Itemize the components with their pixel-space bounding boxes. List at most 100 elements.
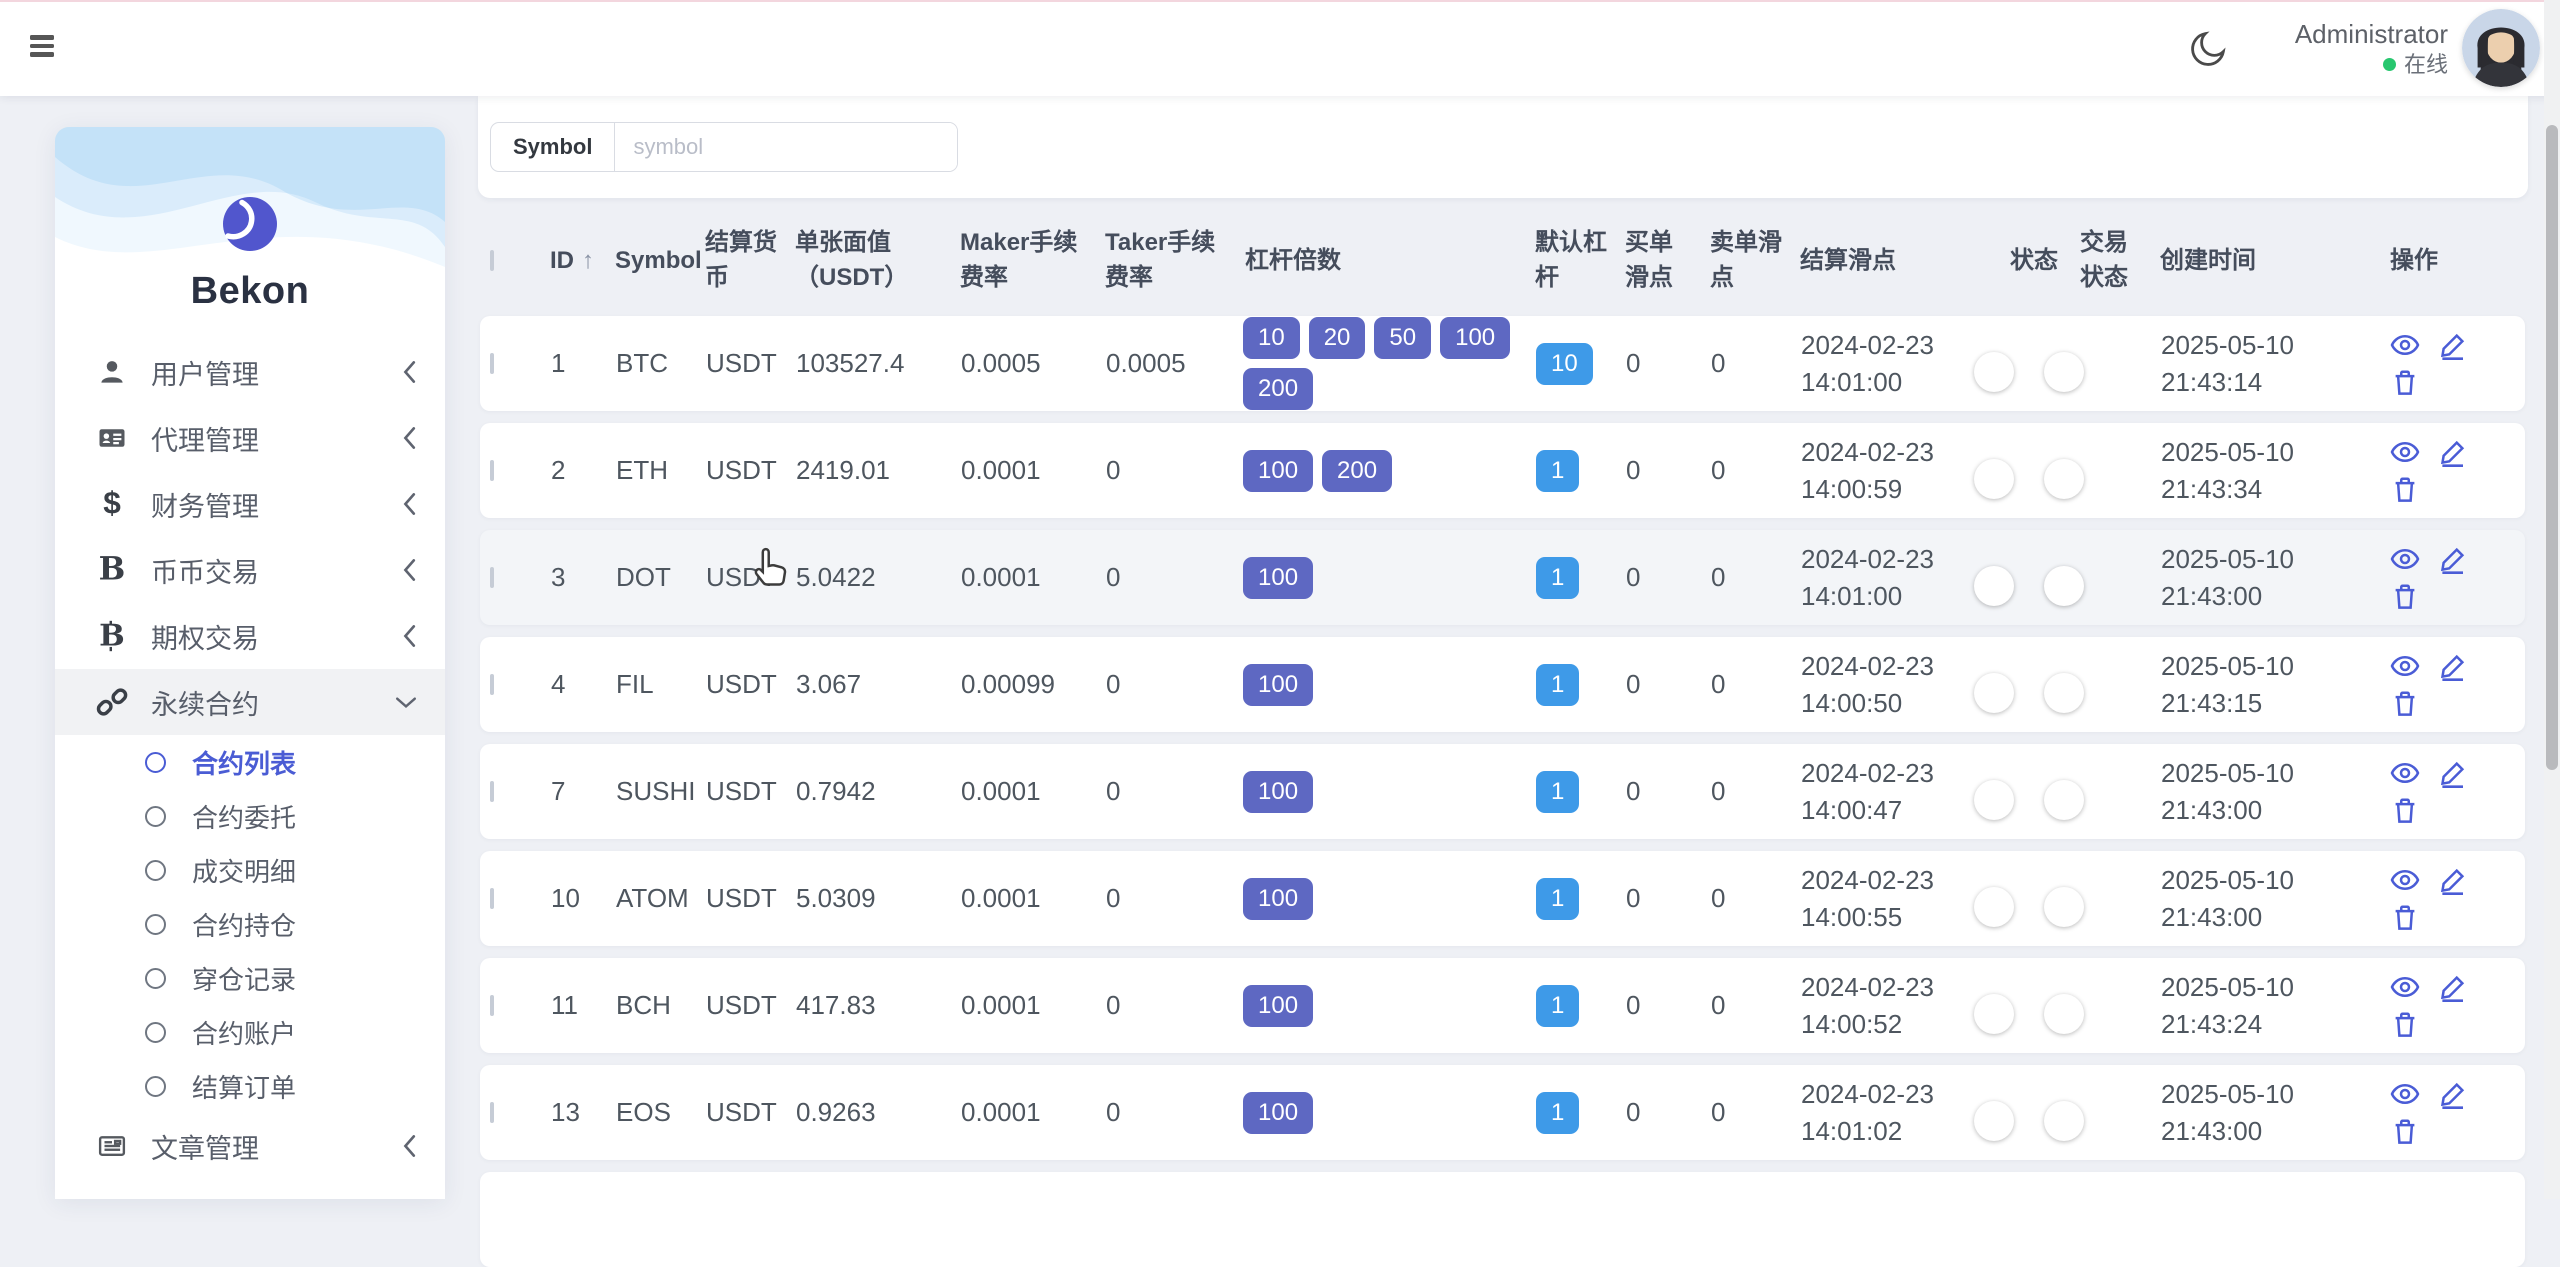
sidebar-item-articles[interactable]: 文章管理 xyxy=(55,1113,445,1179)
sidebar-item-perpetual-contracts[interactable]: 永续合约 xyxy=(55,669,445,735)
row-actions xyxy=(2380,330,2480,398)
leverage-badges: 100 xyxy=(1235,878,1525,920)
delete-button[interactable] xyxy=(2390,689,2420,719)
edit-button[interactable] xyxy=(2438,651,2468,681)
sidebar-item-label: 期权交易 xyxy=(151,617,259,656)
default-leverage-badge: 1 xyxy=(1536,557,1579,599)
row-checkbox[interactable] xyxy=(490,353,494,374)
edit-button[interactable] xyxy=(2438,758,2468,788)
sort-asc-icon[interactable]: ↑ xyxy=(582,244,594,279)
edit-button[interactable] xyxy=(2438,330,2468,360)
submenu-item-contract-positions[interactable]: 合约持仓 xyxy=(55,897,445,951)
sidebar-item-spot-trading[interactable]: B 币币交易 xyxy=(55,537,445,603)
chevron-left-icon xyxy=(401,492,417,516)
leverage-badges: 100 xyxy=(1235,1092,1525,1134)
symbol-search-input[interactable] xyxy=(615,123,957,171)
view-button[interactable] xyxy=(2390,437,2420,467)
row-checkbox[interactable] xyxy=(490,674,494,695)
sidebar-item-label: 永续合约 xyxy=(151,683,259,722)
sidebar-item-label: 用户管理 xyxy=(151,353,259,392)
leverage-badges: 100 xyxy=(1235,664,1525,706)
edit-button[interactable] xyxy=(2438,865,2468,895)
view-button[interactable] xyxy=(2390,972,2420,1002)
row-checkbox[interactable] xyxy=(490,995,494,1016)
cell-settle-slippage: 2024-02-23 14:00:52 xyxy=(1790,969,2000,1042)
row-checkbox[interactable] xyxy=(490,781,494,802)
view-button[interactable] xyxy=(2390,865,2420,895)
default-leverage-badge: 1 xyxy=(1536,878,1579,920)
row-checkbox[interactable] xyxy=(490,888,494,909)
cell-settle-currency: USDT xyxy=(695,773,785,809)
menu-toggle-button[interactable] xyxy=(30,35,56,61)
edit-button[interactable] xyxy=(2438,1079,2468,1109)
cell-taker-fee: 0 xyxy=(1095,773,1235,809)
submenu-item-settlement-orders[interactable]: 结算订单 xyxy=(55,1059,445,1113)
delete-button[interactable] xyxy=(2390,903,2420,933)
sidebar-item-finance[interactable]: $ 财务管理 xyxy=(55,471,445,537)
submenu-item-contract-orders[interactable]: 合约委托 xyxy=(55,789,445,843)
cell-face-value: 0.7942 xyxy=(785,773,950,809)
user-menu[interactable]: Administrator 在线 xyxy=(2295,18,2448,78)
edit-button[interactable] xyxy=(2438,437,2468,467)
delete-button[interactable] xyxy=(2390,1117,2420,1147)
leverage-badges: 100 xyxy=(1235,771,1525,813)
cell-symbol: BCH xyxy=(605,987,695,1023)
main-content: Symbol ID↑ Symbol 结算货币 单张面值（USDT） Maker手… xyxy=(478,96,2528,1267)
cell-taker-fee: 0 xyxy=(1095,987,1235,1023)
sidebar-item-users[interactable]: 用户管理 xyxy=(55,339,445,405)
delete-button[interactable] xyxy=(2390,582,2420,612)
avatar[interactable] xyxy=(2462,9,2540,87)
submenu-item-contract-accounts[interactable]: 合约账户 xyxy=(55,1005,445,1059)
row-actions xyxy=(2380,651,2480,719)
delete-button[interactable] xyxy=(2390,475,2420,505)
sidebar-item-agents[interactable]: 代理管理 xyxy=(55,405,445,471)
submenu-item-trade-details[interactable]: 成交明细 xyxy=(55,843,445,897)
cell-taker-fee: 0 xyxy=(1095,880,1235,916)
dark-mode-icon[interactable] xyxy=(2189,28,2229,68)
cell-taker-fee: 0 xyxy=(1095,559,1235,595)
table-body: 1 BTC USDT 103527.4 0.0005 0.0005 102050… xyxy=(480,316,2528,1267)
submenu-item-contract-list[interactable]: 合约列表 xyxy=(55,735,445,789)
cell-maker-fee: 0.0001 xyxy=(950,880,1095,916)
cell-symbol: ETH xyxy=(605,452,695,488)
sidebar-item-label: 代理管理 xyxy=(151,419,259,458)
edit-button[interactable] xyxy=(2438,972,2468,1002)
row-checkbox[interactable] xyxy=(490,460,494,481)
leverage-badge: 200 xyxy=(1243,368,1313,410)
leverage-badge: 200 xyxy=(1322,450,1392,492)
submenu-item-liquidation-records[interactable]: 穿仓记录 xyxy=(55,951,445,1005)
row-checkbox[interactable] xyxy=(490,1102,494,1123)
cell-created-at: 2025-05-10 21:43:00 xyxy=(2150,862,2380,935)
topbar: Administrator 在线 xyxy=(0,0,2560,96)
view-button[interactable] xyxy=(2390,651,2420,681)
delete-button[interactable] xyxy=(2390,1010,2420,1040)
cell-settle-currency: USDT xyxy=(695,452,785,488)
cell-face-value: 3.067 xyxy=(785,666,950,702)
scrollbar-thumb[interactable] xyxy=(2546,125,2558,770)
cell-maker-fee: 0.0001 xyxy=(950,452,1095,488)
delete-button[interactable] xyxy=(2390,796,2420,826)
cell-id: 3 xyxy=(540,559,605,595)
cell-symbol: ATOM xyxy=(605,880,695,916)
view-button[interactable] xyxy=(2390,758,2420,788)
row-checkbox[interactable] xyxy=(490,567,494,588)
view-button[interactable] xyxy=(2390,1079,2420,1109)
select-all-checkbox[interactable] xyxy=(490,250,494,271)
scrollbar-track[interactable] xyxy=(2544,0,2560,1199)
sidebar-item-subscriptions[interactable]: 申购管理 xyxy=(55,1179,445,1199)
view-button[interactable] xyxy=(2390,544,2420,574)
table-header: ID↑ Symbol 结算货币 单张面值（USDT） Maker手续费率 Tak… xyxy=(480,206,2525,316)
edit-button[interactable] xyxy=(2438,544,2468,574)
cell-face-value: 103527.4 xyxy=(785,345,950,381)
table-row: 1 BTC USDT 103527.4 0.0005 0.0005 102050… xyxy=(480,316,2525,411)
table-row: 3 DOT USDT 5.0422 0.0001 0 100 1 0 0 202… xyxy=(480,530,2525,625)
dollar-icon: $ xyxy=(95,487,129,521)
cell-settle-slippage: 2024-02-23 14:00:47 xyxy=(1790,755,2000,828)
cell-taker-fee: 0 xyxy=(1095,666,1235,702)
sidebar-item-options-trading[interactable]: B 期权交易 xyxy=(55,603,445,669)
delete-button[interactable] xyxy=(2390,368,2420,398)
view-button[interactable] xyxy=(2390,330,2420,360)
user-icon xyxy=(95,357,129,387)
radio-circle-icon xyxy=(145,806,166,827)
cell-buy-slippage: 0 xyxy=(1615,345,1700,381)
